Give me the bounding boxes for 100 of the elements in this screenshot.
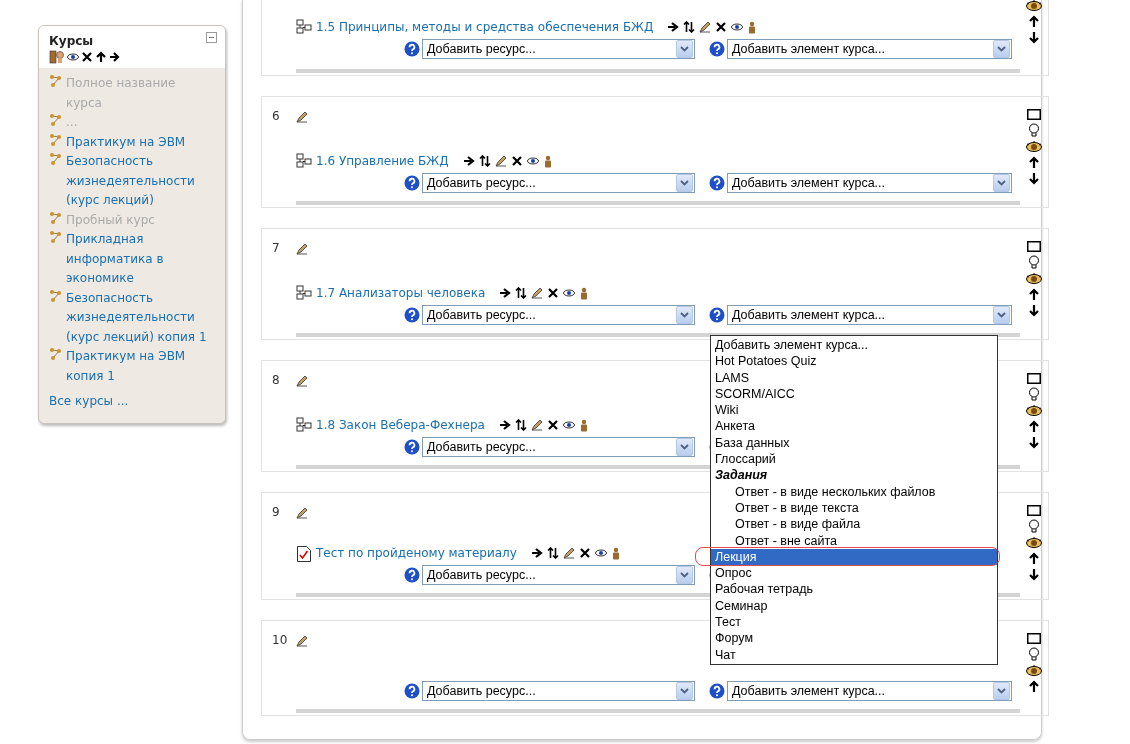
- select-field[interactable]: Добавить элемент курса...: [727, 173, 1012, 193]
- course-link[interactable]: Практикум на ЭВМ: [66, 132, 211, 152]
- course-link[interactable]: Прикладная информатика в экономике: [66, 230, 211, 289]
- arrow-right-icon[interactable]: [498, 419, 511, 431]
- edit-icon[interactable]: [699, 21, 712, 33]
- select-field[interactable]: Добавить ресурс...: [422, 305, 695, 325]
- lightbulb-icon[interactable]: [1028, 647, 1040, 662]
- activity-link[interactable]: 1.8 Закон Вебера-Фехнера: [316, 418, 485, 432]
- dropdown-option[interactable]: Ответ - в виде файла: [711, 516, 997, 533]
- eye-icon[interactable]: [594, 548, 607, 558]
- eye-icon[interactable]: [562, 420, 575, 430]
- arrow-right-icon[interactable]: [530, 547, 543, 559]
- select-field[interactable]: Добавить ресурс...: [422, 39, 695, 59]
- down-arrow-icon[interactable]: [1028, 172, 1040, 185]
- delete-icon[interactable]: [81, 51, 93, 63]
- dropdown-option[interactable]: Глоссарий: [711, 451, 997, 468]
- dropdown-option[interactable]: Рабочая тетрадь: [711, 581, 997, 598]
- dropdown-option[interactable]: Анкета: [711, 418, 997, 435]
- help-icon[interactable]: [404, 41, 420, 57]
- dropdown-option[interactable]: Добавить элемент курса...: [711, 337, 997, 354]
- help-icon[interactable]: [404, 175, 420, 191]
- edit-icon[interactable]: [296, 111, 308, 123]
- up-arrow-icon[interactable]: [1028, 552, 1040, 565]
- down-arrow-icon[interactable]: [1028, 31, 1040, 44]
- eye-icon[interactable]: [1026, 273, 1042, 285]
- square-icon[interactable]: [1027, 505, 1041, 516]
- dropdown-option[interactable]: Ответ - вне сайта: [711, 532, 997, 549]
- arrow-right-icon[interactable]: [667, 21, 680, 33]
- help-icon[interactable]: [709, 175, 725, 191]
- move-icon[interactable]: [514, 419, 527, 431]
- person-icon[interactable]: [610, 546, 621, 560]
- help-icon[interactable]: [404, 439, 420, 455]
- square-icon[interactable]: [1027, 373, 1041, 384]
- select-field[interactable]: Добавить элемент курса...: [727, 681, 1012, 701]
- arrow-right-icon[interactable]: [462, 155, 475, 167]
- delete-icon[interactable]: [546, 419, 559, 431]
- down-arrow-icon[interactable]: [1028, 304, 1040, 317]
- up-arrow-icon[interactable]: [1028, 15, 1040, 28]
- up-arrow-icon[interactable]: [1028, 680, 1040, 693]
- dropdown-option[interactable]: Семинар: [711, 597, 997, 615]
- person-icon[interactable]: [578, 418, 589, 432]
- square-icon[interactable]: [1027, 633, 1041, 644]
- dropdown-option[interactable]: Hot Potatoes Quiz: [711, 353, 997, 370]
- help-icon[interactable]: [404, 307, 420, 323]
- dropdown-option[interactable]: Форум: [711, 630, 997, 647]
- square-icon[interactable]: [1027, 109, 1041, 120]
- edit-icon[interactable]: [562, 547, 575, 559]
- all-courses-link[interactable]: Все курсы ...: [49, 392, 217, 411]
- delete-icon[interactable]: [547, 287, 560, 299]
- course-link[interactable]: Безопасность жизнедеятельности (курс лекций) копия 1: [66, 288, 211, 347]
- eye-icon[interactable]: [1026, 0, 1042, 12]
- collapse-icon[interactable]: [206, 32, 217, 43]
- activity-link[interactable]: Тест по пройденому материалу: [316, 546, 517, 560]
- eye-icon[interactable]: [526, 156, 539, 166]
- move-icon[interactable]: [515, 287, 528, 299]
- select-field[interactable]: Добавить ресурс...: [422, 681, 695, 701]
- course-link[interactable]: Безопасность жизнедеятельности (курс лекций): [66, 152, 211, 211]
- lightbulb-icon[interactable]: [1028, 123, 1040, 138]
- help-icon[interactable]: [709, 307, 725, 323]
- select-field[interactable]: Добавить элемент курса...: [727, 39, 1012, 59]
- edit-icon[interactable]: [296, 243, 308, 255]
- up-arrow-icon[interactable]: [1028, 288, 1040, 301]
- dropdown-option[interactable]: Чат: [711, 646, 997, 663]
- select-field[interactable]: Добавить ресурс...: [422, 437, 695, 457]
- dropdown-option[interactable]: Wiki: [711, 402, 997, 419]
- edit-icon[interactable]: [531, 287, 544, 299]
- delete-icon[interactable]: [510, 155, 523, 167]
- course-link[interactable]: Практикум на ЭВМ копия 1: [66, 347, 211, 386]
- dropdown-option[interactable]: Тест: [711, 614, 997, 631]
- move-icon[interactable]: [683, 21, 696, 33]
- down-arrow-icon[interactable]: [1028, 568, 1040, 581]
- eye-icon[interactable]: [67, 52, 79, 62]
- lightbulb-icon[interactable]: [1028, 519, 1040, 534]
- up-arrow-icon[interactable]: [1028, 420, 1040, 433]
- dropdown-option[interactable]: SCORM/AICC: [711, 385, 997, 403]
- activity-link[interactable]: 1.7 Анализаторы человека: [316, 286, 486, 300]
- help-icon[interactable]: [404, 683, 420, 699]
- eye-icon[interactable]: [1026, 141, 1042, 153]
- edit-icon[interactable]: [530, 419, 543, 431]
- edit-icon[interactable]: [296, 507, 308, 519]
- eye-icon[interactable]: [1026, 537, 1042, 549]
- down-arrow-icon[interactable]: [1028, 436, 1040, 449]
- person-icon[interactable]: [579, 286, 590, 300]
- activity-link[interactable]: 1.6 Управление БЖД: [316, 154, 449, 168]
- eye-icon[interactable]: [1026, 405, 1042, 417]
- dropdown-option[interactable]: Ответ - в виде текста: [711, 499, 997, 517]
- eye-icon[interactable]: [731, 22, 744, 32]
- dropdown-option[interactable]: Ответ - в виде нескольких файлов: [711, 483, 997, 500]
- dropdown-option[interactable]: Лекция: [711, 548, 997, 566]
- square-icon[interactable]: [1027, 241, 1041, 252]
- arrow-right-icon[interactable]: [499, 287, 512, 299]
- edit-icon[interactable]: [296, 635, 308, 647]
- eye-icon[interactable]: [1026, 665, 1042, 677]
- select-field[interactable]: Добавить элемент курса...: [727, 305, 1012, 325]
- up-arrow-icon[interactable]: [1028, 156, 1040, 169]
- select-field[interactable]: Добавить ресурс...: [422, 173, 695, 193]
- dropdown-option[interactable]: LAMS: [711, 369, 997, 386]
- edit-icon[interactable]: [494, 155, 507, 167]
- lightbulb-icon[interactable]: [1028, 255, 1040, 270]
- eye-icon[interactable]: [563, 288, 576, 298]
